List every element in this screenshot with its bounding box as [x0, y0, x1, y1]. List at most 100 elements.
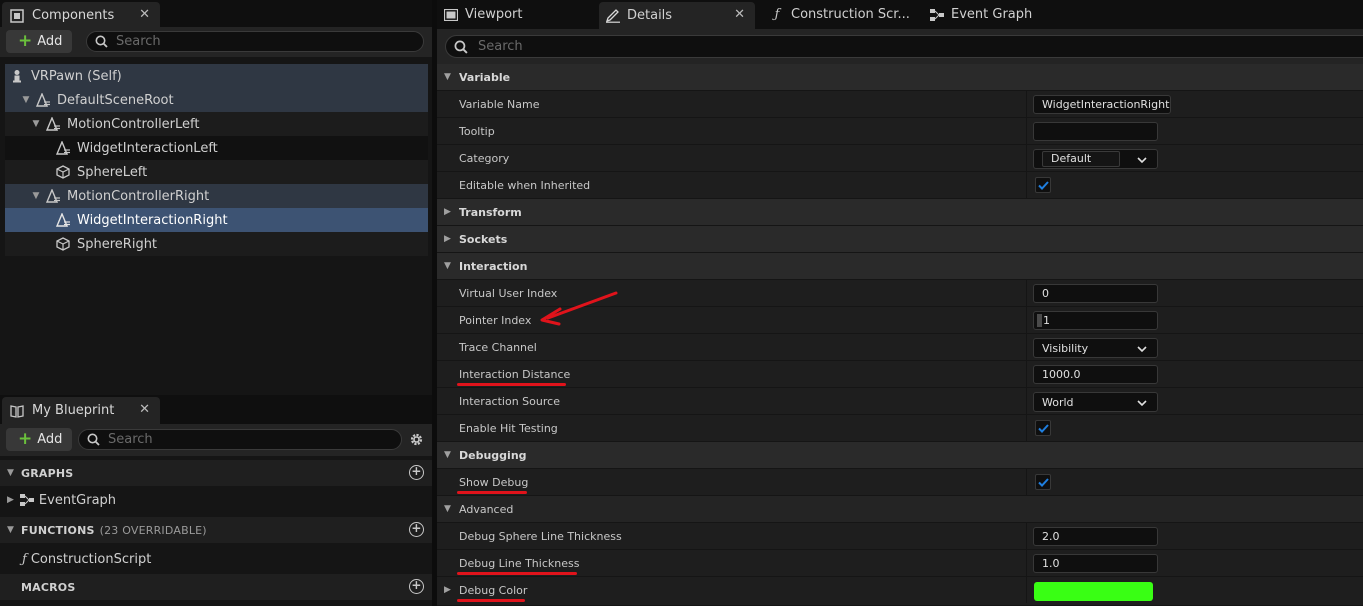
virtual-user-index-field[interactable]: 0: [1033, 284, 1158, 303]
tab-label: Viewport: [465, 7, 523, 22]
components-search-input[interactable]: Search: [86, 31, 424, 52]
value-pane: [1026, 172, 1363, 198]
interaction-distance-field[interactable]: 1000.0: [1033, 365, 1158, 384]
tab-construction-script[interactable]: ƒ Construction Scr...: [763, 0, 921, 29]
category-dropdown[interactable]: Default: [1033, 149, 1158, 169]
tab-label: Event Graph: [951, 7, 1033, 22]
blueprint-add-button[interactable]: + Add: [6, 428, 72, 451]
tree-item-label: MotionControllerRight: [67, 188, 210, 204]
expand-arrow-icon[interactable]: ▶: [7, 495, 14, 505]
property-label: Pointer Index: [459, 313, 532, 327]
tooltip-field[interactable]: [1033, 122, 1158, 141]
tree-item-widgetinteractionright[interactable]: WidgetInteractionRight: [5, 208, 428, 232]
add-function-plus-icon[interactable]: +: [409, 522, 424, 537]
blueprint-search-input[interactable]: Search: [78, 429, 402, 450]
tree-item-label: SphereRight: [77, 236, 158, 252]
function-item-constructionscript[interactable]: ƒ ConstructionScript: [0, 546, 432, 572]
tree-item-motioncontrollerright[interactable]: ▼ MotionControllerRight: [5, 184, 428, 208]
expand-arrow-icon[interactable]: ▼: [21, 95, 31, 105]
dropdown-value: World: [1042, 395, 1074, 409]
tree-item-sphereright[interactable]: SphereRight: [5, 232, 428, 256]
debug-line-thickness-field[interactable]: 1.0: [1033, 554, 1158, 573]
debug-color-swatch[interactable]: [1034, 582, 1153, 601]
graphs-section-header[interactable]: ▼ GRAPHS +: [0, 460, 432, 486]
category-label: Transform: [459, 205, 522, 219]
variable-name-field[interactable]: WidgetInteractionRight: [1033, 95, 1171, 114]
trace-channel-dropdown[interactable]: Visibility: [1033, 338, 1158, 358]
row-interaction-source: Interaction Source World: [437, 388, 1363, 415]
checkmark-icon: [1037, 477, 1049, 487]
value-pane: 2.0: [1026, 523, 1363, 549]
tree-item-label: WidgetInteractionRight: [77, 212, 228, 228]
tab-event-graph[interactable]: Event Graph: [923, 0, 1083, 29]
value-pane: WidgetInteractionRight: [1026, 91, 1363, 117]
value-pane: 1.0: [1026, 550, 1363, 576]
spin-handle-icon[interactable]: [1037, 314, 1042, 327]
event-graph-icon: [929, 8, 945, 22]
tab-details[interactable]: Details ✕: [599, 2, 755, 29]
category-debugging[interactable]: ▼ Debugging: [437, 442, 1363, 469]
expand-arrow-icon[interactable]: ▼: [31, 191, 41, 201]
macros-section-header[interactable]: MACROS +: [0, 574, 432, 600]
functions-section-header[interactable]: ▼ FUNCTIONS (23 OVERRIDABLE) +: [0, 517, 432, 543]
tree-item-motioncontrollerleft[interactable]: ▼ MotionControllerLeft: [5, 112, 428, 136]
collapse-arrow-icon[interactable]: ▼: [444, 261, 451, 271]
collapse-arrow-icon[interactable]: ▼: [444, 72, 451, 82]
interaction-source-dropdown[interactable]: World: [1033, 392, 1158, 412]
category-variable[interactable]: ▼ Variable: [437, 64, 1363, 91]
row-debug-color: ▶ Debug Color: [437, 577, 1363, 606]
search-placeholder: Search: [478, 39, 523, 54]
category-interaction[interactable]: ▼ Interaction: [437, 253, 1363, 280]
graphs-label: GRAPHS: [21, 466, 74, 480]
collapse-arrow-icon[interactable]: ▼: [444, 504, 451, 514]
category-transform[interactable]: ▶ Transform: [437, 199, 1363, 226]
show-debug-checkbox[interactable]: [1035, 474, 1051, 490]
static-mesh-icon: [55, 164, 71, 180]
blueprint-tab-strip: My Blueprint ✕: [0, 395, 432, 424]
collapse-arrow-icon[interactable]: ▼: [444, 450, 451, 460]
editable-when-inherited-checkbox[interactable]: [1035, 177, 1051, 193]
graph-item-eventgraph[interactable]: ▶ EventGraph: [0, 487, 432, 513]
viewport-icon: [443, 8, 459, 22]
property-label: Category: [459, 151, 510, 165]
property-label: Variable Name: [459, 97, 540, 111]
my-blueprint-tab[interactable]: My Blueprint ✕: [2, 397, 160, 424]
close-icon[interactable]: ✕: [139, 402, 150, 417]
advanced-section-header[interactable]: ▼ Advanced: [437, 496, 1363, 523]
component-tree: VRPawn (Self) ▼ DefaultSceneRoot ▼ Motio…: [5, 64, 428, 256]
category-combo-text[interactable]: Default: [1042, 151, 1120, 167]
expand-arrow-icon[interactable]: ▶: [444, 585, 451, 595]
tab-viewport[interactable]: Viewport: [437, 0, 597, 29]
collapse-arrow-icon[interactable]: ▼: [7, 468, 17, 478]
tree-item-defaultsceneroot[interactable]: ▼ DefaultSceneRoot: [5, 88, 428, 112]
pointer-index-field[interactable]: 1: [1033, 311, 1158, 330]
annotation-underline-debug-color: [457, 599, 525, 602]
add-graph-plus-icon[interactable]: +: [409, 465, 424, 480]
value-pane: [1026, 577, 1363, 603]
collapse-arrow-icon[interactable]: ▼: [7, 525, 17, 535]
add-macro-plus-icon[interactable]: +: [409, 579, 424, 594]
tree-item-sphereleft[interactable]: SphereLeft: [5, 160, 428, 184]
details-search-input[interactable]: Search: [445, 35, 1363, 58]
enable-hit-testing-checkbox[interactable]: [1035, 420, 1051, 436]
expand-arrow-icon[interactable]: ▶: [444, 234, 451, 244]
components-tab[interactable]: Components ✕: [2, 2, 160, 29]
tree-item-vrpawn[interactable]: VRPawn (Self): [5, 64, 428, 88]
tree-item-widgetinteractionleft[interactable]: WidgetInteractionLeft: [5, 136, 428, 160]
debug-sphere-line-thickness-field[interactable]: 2.0: [1033, 527, 1158, 546]
plus-icon: +: [18, 31, 33, 51]
close-icon[interactable]: ✕: [139, 7, 150, 22]
components-add-button[interactable]: + Add: [6, 30, 72, 53]
category-sockets[interactable]: ▶ Sockets: [437, 226, 1363, 253]
functions-label: FUNCTIONS: [21, 523, 95, 537]
property-label: Trace Channel: [459, 340, 537, 354]
chevron-down-icon: [1137, 154, 1147, 167]
value-pane: 1: [1026, 307, 1363, 333]
expand-arrow-icon[interactable]: ▼: [31, 119, 41, 129]
gear-icon[interactable]: [408, 431, 425, 451]
expand-arrow-icon[interactable]: ▶: [444, 207, 451, 217]
close-icon[interactable]: ✕: [734, 7, 745, 22]
dropdown-value: Visibility: [1042, 341, 1089, 355]
advanced-label: Advanced: [459, 502, 514, 516]
property-label: Editable when Inherited: [459, 178, 591, 192]
